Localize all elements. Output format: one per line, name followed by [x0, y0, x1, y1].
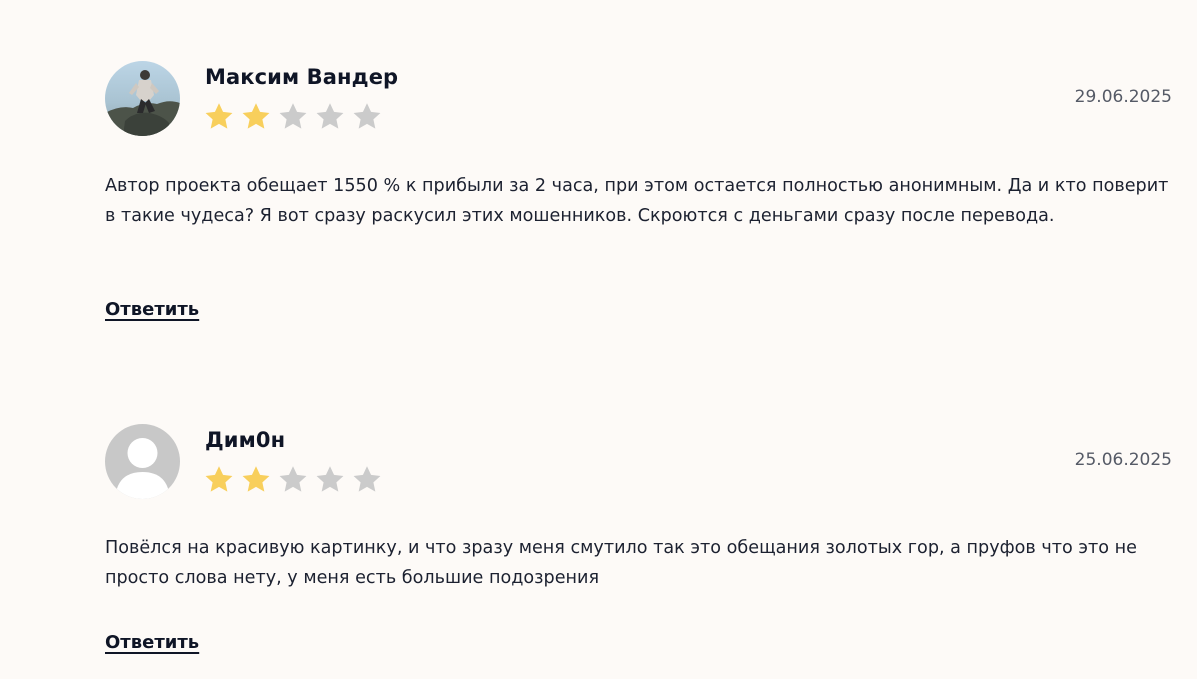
review-text: Автор проекта обещает 1550 % к прибыли з…	[105, 176, 1169, 226]
review-text: Повёлся на красивую картинку, и что зраз…	[105, 538, 1137, 588]
star-empty-icon	[351, 465, 383, 495]
default-user-avatar	[105, 424, 180, 499]
star-empty-icon	[277, 102, 309, 132]
user-photo-avatar	[105, 61, 180, 136]
author-name: Дим0н	[205, 428, 286, 452]
review-date: 29.06.2025	[1074, 87, 1172, 107]
star-filled-icon	[240, 102, 272, 132]
star-filled-icon	[203, 102, 235, 132]
star-empty-icon	[351, 102, 383, 132]
star-rating	[203, 465, 383, 495]
review-date: 25.06.2025	[1074, 450, 1172, 470]
star-empty-icon	[277, 465, 309, 495]
author-name: Максим Вандер	[205, 65, 399, 89]
star-filled-icon	[240, 465, 272, 495]
reply-link[interactable]: Ответить	[105, 632, 199, 653]
star-empty-icon	[314, 465, 346, 495]
star-empty-icon	[314, 102, 346, 132]
reply-link[interactable]: Ответить	[105, 299, 199, 320]
star-rating	[203, 102, 383, 132]
star-filled-icon	[203, 465, 235, 495]
